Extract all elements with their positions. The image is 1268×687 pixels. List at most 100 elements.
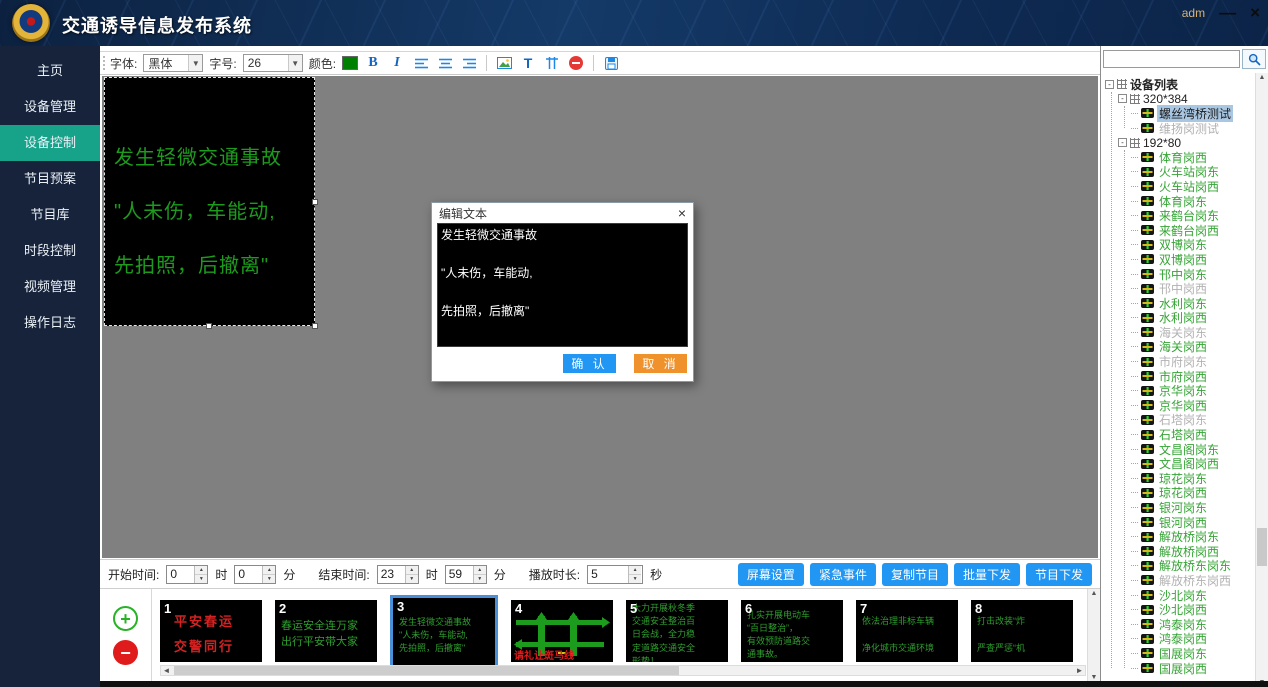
device-group-0[interactable]: -320*384 (1118, 92, 1255, 107)
device-item[interactable]: 京华岗东 (1131, 383, 1255, 398)
action-button-4[interactable]: 节目下发 (1026, 563, 1092, 586)
sidebar-item-0[interactable]: 主页 (0, 53, 100, 89)
spinner-down-icon[interactable]: ▼ (263, 575, 275, 583)
resize-handle-right[interactable] (312, 199, 318, 205)
device-item[interactable]: 市府岗东 (1131, 354, 1255, 369)
resize-handle-corner[interactable] (312, 323, 318, 329)
align-left-button[interactable] (412, 54, 430, 72)
device-item[interactable]: 解放桥岗东 (1131, 529, 1255, 544)
sidebar-item-3[interactable]: 节目预案 (0, 161, 100, 197)
device-item[interactable]: 邗中岗东 (1131, 267, 1255, 282)
device-item[interactable]: 双博岗西 (1131, 252, 1255, 267)
sidebar-item-7[interactable]: 操作日志 (0, 305, 100, 341)
italic-button[interactable]: I (388, 54, 406, 72)
thumbnail-5[interactable]: 5大力开展秋冬季交通安全整治百日会战，全力稳定道路交通安全形势！ (626, 600, 728, 662)
device-item[interactable]: 海关岗东 (1131, 325, 1255, 340)
collapse-icon[interactable]: - (1118, 94, 1127, 103)
scrollbar-thumb[interactable] (1257, 528, 1267, 566)
thumbnail-4[interactable]: 4请礼让斑马线 (511, 600, 613, 662)
color-swatch[interactable] (342, 56, 358, 70)
spinner-down-icon[interactable]: ▼ (195, 575, 207, 583)
sidebar-item-4[interactable]: 节目库 (0, 197, 100, 233)
device-item[interactable]: 国展岗东 (1131, 646, 1255, 661)
spinner-down-icon[interactable]: ▼ (406, 575, 418, 583)
device-tree-root[interactable]: - 设备列表 (1105, 77, 1255, 92)
insert-image-button[interactable] (495, 54, 513, 72)
spinner-up-icon[interactable]: ▲ (195, 566, 207, 575)
resize-handle-bottom[interactable] (206, 323, 212, 329)
device-item[interactable]: 体育岗东 (1131, 194, 1255, 209)
action-button-2[interactable]: 复制节目 (882, 563, 948, 586)
device-item[interactable]: 水利岗东 (1131, 296, 1255, 311)
confirm-button[interactable]: 确 认 (563, 354, 616, 373)
device-search-input[interactable] (1103, 50, 1240, 68)
device-item[interactable]: 鸿泰岗东 (1131, 617, 1255, 632)
device-item[interactable]: 沙北岗西 (1131, 602, 1255, 617)
device-item[interactable]: 维扬岗测试 (1131, 121, 1255, 136)
scroll-left-icon[interactable]: ◄ (161, 666, 172, 675)
action-button-3[interactable]: 批量下发 (954, 563, 1020, 586)
collapse-icon[interactable]: - (1118, 138, 1127, 147)
scroll-right-icon[interactable]: ► (1074, 666, 1085, 675)
panel-scrollbar[interactable]: ▲ ▼ (1255, 73, 1268, 687)
device-item[interactable]: 来鹤台岗西 (1131, 223, 1255, 238)
cancel-button[interactable]: 取 消 (634, 354, 687, 373)
device-item[interactable]: 市府岗西 (1131, 369, 1255, 384)
horizontal-scrollbar[interactable]: ◄ ► (160, 665, 1086, 676)
dialog-close-button[interactable]: × (678, 206, 686, 220)
scroll-up-icon[interactable]: ▲ (1091, 590, 1098, 597)
spinner-down-icon[interactable]: ▼ (629, 575, 641, 583)
sidebar-item-2[interactable]: 设备控制 (0, 125, 100, 161)
thumbnail-2[interactable]: 2春运安全连万家出行平安带大家 (275, 600, 377, 662)
device-item[interactable]: 文昌阁岗东 (1131, 442, 1255, 457)
device-item[interactable]: 水利岗西 (1131, 311, 1255, 326)
device-item[interactable]: 邗中岗西 (1131, 281, 1255, 296)
action-button-0[interactable]: 屏幕设置 (738, 563, 804, 586)
end-hour-stepper[interactable]: 23 ▲▼ (377, 565, 419, 584)
device-item[interactable]: 双博岗东 (1131, 238, 1255, 253)
device-item[interactable]: 鸿泰岗西 (1131, 632, 1255, 647)
device-item[interactable]: 石塔岗东 (1131, 413, 1255, 428)
close-button[interactable]: × (1250, 4, 1260, 21)
device-item[interactable]: 沙北岗东 (1131, 588, 1255, 603)
delete-element-button[interactable] (567, 54, 585, 72)
dialog-textarea[interactable]: 发生轻微交通事故 "人未伤，车能动, 先拍照，后撤离" (437, 223, 688, 347)
sidebar-item-1[interactable]: 设备管理 (0, 89, 100, 125)
search-button[interactable] (1242, 49, 1266, 69)
spinner-up-icon[interactable]: ▲ (263, 566, 275, 575)
remove-program-button[interactable]: − (113, 640, 138, 665)
scrollbar-thumb[interactable] (174, 666, 679, 675)
start-minute-stepper[interactable]: 0 ▲▼ (234, 565, 276, 584)
size-select[interactable]: 26 ▼ (243, 54, 303, 72)
device-item[interactable]: 解放桥东岗西 (1131, 573, 1255, 588)
thumbnail-8[interactable]: 8打击改装“炸 严查严惩“机 (971, 600, 1073, 662)
device-item[interactable]: 火车站岗西 (1131, 179, 1255, 194)
add-program-button[interactable]: + (113, 606, 138, 631)
device-item[interactable]: 国展岗西 (1131, 661, 1255, 676)
device-item[interactable]: 石塔岗西 (1131, 427, 1255, 442)
spinner-up-icon[interactable]: ▲ (629, 566, 641, 575)
device-item[interactable]: 琼花岗东 (1131, 471, 1255, 486)
scroll-down-icon[interactable]: ▼ (1091, 674, 1098, 681)
sidebar-item-5[interactable]: 时段控制 (0, 233, 100, 269)
vertical-scrollbar[interactable]: ▲ ▼ (1087, 589, 1100, 682)
thumbnail-3[interactable]: 3发生轻微交通事故"人未伤，车能动,先拍照，后撤离" (390, 595, 498, 668)
device-item[interactable]: 银河岗东 (1131, 500, 1255, 515)
scroll-up-icon[interactable]: ▲ (1256, 74, 1268, 81)
led-preview[interactable]: 发生轻微交通事故"人未伤，车能动,先拍照，后撤离" (104, 77, 315, 326)
minimize-button[interactable]: — (1219, 4, 1236, 21)
action-button-1[interactable]: 紧急事件 (810, 563, 876, 586)
spinner-down-icon[interactable]: ▼ (474, 575, 486, 583)
align-right-button[interactable] (460, 54, 478, 72)
collapse-icon[interactable]: - (1105, 80, 1114, 89)
device-item[interactable]: 螺丝湾桥测试 (1131, 106, 1255, 121)
device-item[interactable]: 海关岗西 (1131, 340, 1255, 355)
device-item[interactable]: 京华岗西 (1131, 398, 1255, 413)
thumbnail-7[interactable]: 7依法治理非标车辆 净化城市交通环境 (856, 600, 958, 662)
save-button[interactable] (602, 54, 620, 72)
duration-stepper[interactable]: 5 ▲▼ (587, 565, 643, 584)
spinner-up-icon[interactable]: ▲ (474, 566, 486, 575)
thumbnail-1[interactable]: 1平安春运交警同行 (160, 600, 262, 662)
device-item[interactable]: 来鹤台岗东 (1131, 208, 1255, 223)
device-item[interactable]: 琼花岗西 (1131, 486, 1255, 501)
